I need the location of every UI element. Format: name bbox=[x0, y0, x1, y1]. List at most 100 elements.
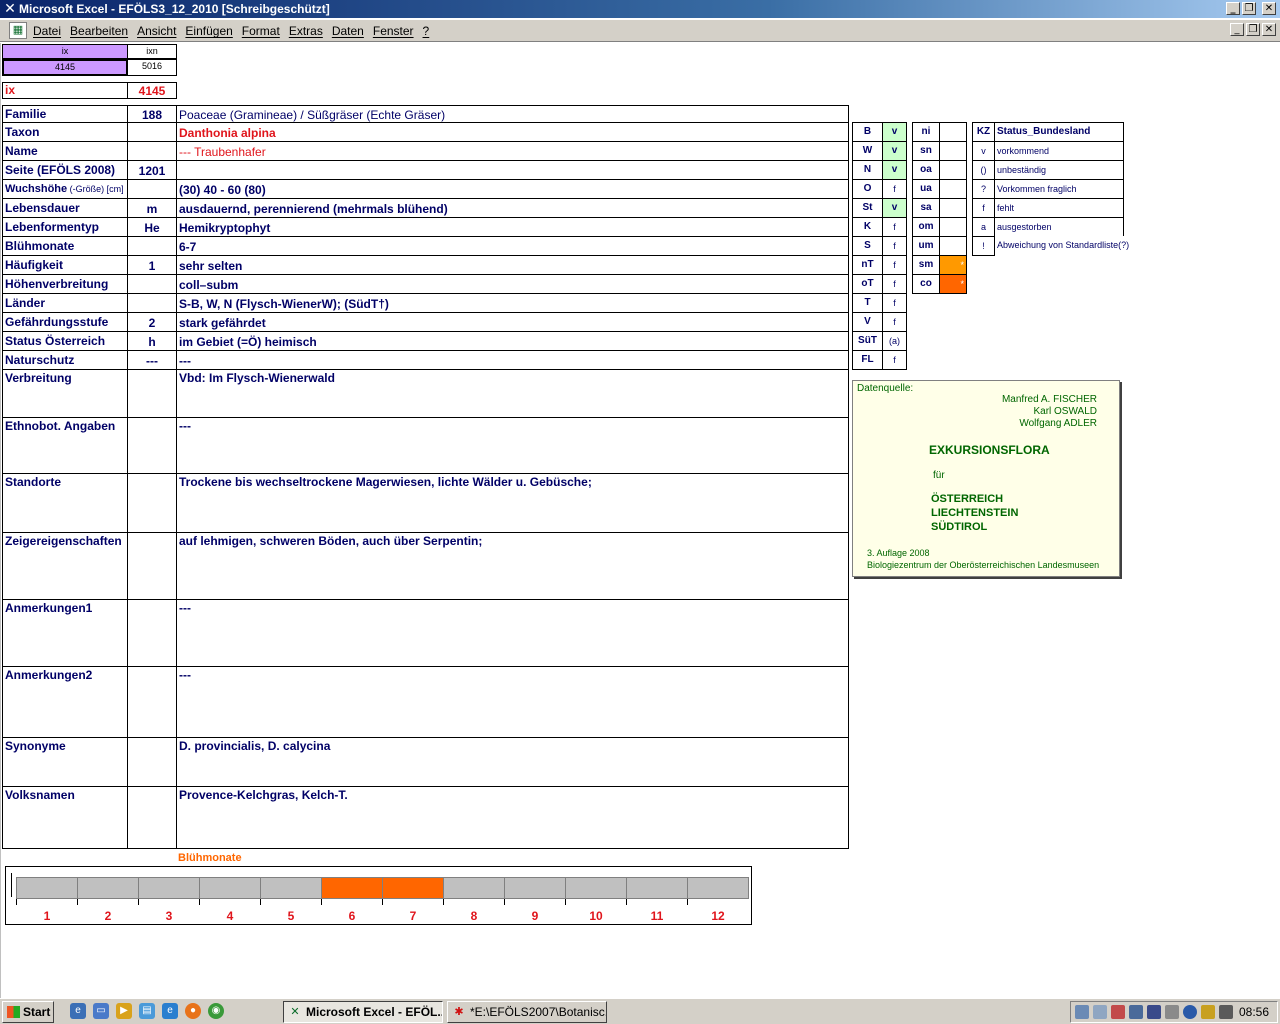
tray-shield-icon[interactable] bbox=[1147, 1005, 1161, 1019]
menu-item-6[interactable]: Daten bbox=[332, 24, 364, 38]
bundesland-status[interactable]: f bbox=[882, 255, 907, 275]
row-value-cell[interactable]: --- bbox=[176, 350, 849, 370]
bundesland-status[interactable]: f bbox=[882, 179, 907, 199]
row-code-cell[interactable]: --- bbox=[127, 350, 177, 370]
row-code-cell[interactable] bbox=[127, 532, 177, 600]
row-value-cell[interactable]: Vbd: Im Flysch-Wienerwald bbox=[176, 369, 849, 418]
bundesland-status[interactable]: (a) bbox=[882, 331, 907, 351]
bundesland-status[interactable]: v bbox=[882, 141, 907, 161]
row-value-cell[interactable]: ausdauernd, perennierend (mehrmals blühe… bbox=[176, 198, 849, 218]
row-value-cell[interactable]: im Gebiet (=Ö) heimisch bbox=[176, 331, 849, 351]
start-button[interactable]: Start bbox=[2, 1001, 54, 1023]
bundesland-status[interactable]: v bbox=[882, 122, 907, 142]
menu-item-8[interactable]: ? bbox=[423, 24, 430, 38]
row-value-cell[interactable]: --- Traubenhafer bbox=[176, 141, 849, 161]
quicklaunch-desktop-icon[interactable]: ▭ bbox=[93, 1003, 109, 1019]
row-code-cell[interactable] bbox=[127, 369, 177, 418]
row-value-cell[interactable]: --- bbox=[176, 417, 849, 474]
quicklaunch-firefox-icon[interactable]: ● bbox=[185, 1003, 201, 1019]
ixn-value-cell[interactable]: 5016 bbox=[127, 59, 177, 76]
menu-item-2[interactable]: Ansicht bbox=[137, 24, 176, 38]
doc-restore-button[interactable]: ❐ bbox=[1246, 23, 1260, 36]
workbook-icon[interactable]: ▦ bbox=[9, 22, 27, 39]
row-code-cell[interactable] bbox=[127, 737, 177, 787]
bundesland-status[interactable]: f bbox=[882, 350, 907, 370]
worksheet[interactable]: ix ixn 4145 5016 ix 4145 Bv Wv Nv Of St v Kf Sf… bbox=[0, 43, 1280, 998]
row-value-cell[interactable]: S-B, W, N (Flysch-WienerW); (SüdT†) bbox=[176, 293, 849, 313]
taskbar-item-editor[interactable]: ✱ *E:\EFÖLS2007\Botanisc... bbox=[447, 1001, 607, 1023]
row-code-cell[interactable] bbox=[127, 236, 177, 256]
hoehenstufe-status[interactable]: * bbox=[939, 255, 967, 275]
row-value-cell[interactable]: (30) 40 - 60 (80) bbox=[176, 179, 849, 199]
menu-item-4[interactable]: Format bbox=[242, 24, 280, 38]
menu-item-3[interactable]: Einfügen bbox=[185, 24, 232, 38]
hoehenstufe-status[interactable] bbox=[939, 141, 967, 161]
menu-item-5[interactable]: Extras bbox=[289, 24, 323, 38]
bundesland-status[interactable]: f bbox=[882, 312, 907, 332]
row-code-cell[interactable] bbox=[127, 786, 177, 849]
row-value-cell[interactable]: Danthonia alpina bbox=[176, 122, 849, 142]
row-code-cell[interactable] bbox=[127, 599, 177, 667]
hoehenstufe-status[interactable] bbox=[939, 179, 967, 199]
quicklaunch-browser-icon[interactable]: e bbox=[162, 1003, 178, 1019]
row-code-cell[interactable]: 1201 bbox=[127, 160, 177, 180]
tray-warning-icon[interactable] bbox=[1201, 1005, 1215, 1019]
row-code-cell[interactable]: m bbox=[127, 198, 177, 218]
quicklaunch-explorer-icon[interactable]: ▤ bbox=[139, 1003, 155, 1019]
menu-item-7[interactable]: Fenster bbox=[373, 24, 414, 38]
hoehenstufe-status[interactable] bbox=[939, 160, 967, 180]
row-code-cell[interactable] bbox=[127, 473, 177, 533]
tray-update-icon[interactable] bbox=[1165, 1005, 1179, 1019]
row-value-cell[interactable]: 6-7 bbox=[176, 236, 849, 256]
row-code-cell[interactable] bbox=[127, 666, 177, 738]
row-code-cell[interactable] bbox=[127, 417, 177, 474]
tray-info-icon[interactable] bbox=[1183, 1005, 1197, 1019]
tray-misc-icon[interactable] bbox=[1219, 1005, 1233, 1019]
row-value-cell[interactable]: --- bbox=[176, 599, 849, 667]
row-value-cell[interactable]: Hemikryptophyt bbox=[176, 217, 849, 237]
tray-volume-icon[interactable] bbox=[1129, 1005, 1143, 1019]
row-value-cell[interactable] bbox=[176, 160, 849, 180]
close-button[interactable]: ✕ bbox=[1262, 2, 1276, 15]
row-value-cell[interactable]: sehr selten bbox=[176, 255, 849, 275]
row-code-cell[interactable]: 2 bbox=[127, 312, 177, 332]
hoehenstufe-status[interactable] bbox=[939, 122, 967, 142]
bundesland-status[interactable]: f bbox=[882, 217, 907, 237]
hoehenstufe-status[interactable]: * bbox=[939, 274, 967, 294]
quicklaunch-ie-icon[interactable]: e bbox=[70, 1003, 86, 1019]
menu-item-0[interactable]: Datei bbox=[33, 24, 61, 38]
row-value-cell[interactable]: --- bbox=[176, 666, 849, 738]
row-code-cell[interactable]: 1 bbox=[127, 255, 177, 275]
row-code-cell[interactable]: h bbox=[127, 331, 177, 351]
hoehenstufe-status[interactable] bbox=[939, 236, 967, 256]
tray-security-icon[interactable] bbox=[1111, 1005, 1125, 1019]
bundesland-status[interactable]: f bbox=[882, 274, 907, 294]
row-code-cell[interactable] bbox=[127, 293, 177, 313]
quicklaunch-media-icon[interactable]: ▶ bbox=[116, 1003, 132, 1019]
bundesland-status[interactable]: f bbox=[882, 293, 907, 313]
row-value-cell[interactable]: Poaceae (Gramineae) / Süßgräser (Echte G… bbox=[176, 105, 849, 123]
ix-big-value[interactable]: 4145 bbox=[127, 82, 177, 99]
row-code-cell[interactable]: 188 bbox=[127, 105, 177, 123]
tray-search-icon[interactable] bbox=[1093, 1005, 1107, 1019]
minimize-button[interactable]: _ bbox=[1226, 2, 1240, 15]
row-value-cell[interactable]: D. provincialis, D. calycina bbox=[176, 737, 849, 787]
bundesland-status[interactable]: v bbox=[882, 160, 907, 180]
row-code-cell[interactable] bbox=[127, 274, 177, 294]
restore-button[interactable]: ❐ bbox=[1242, 2, 1256, 15]
row-code-cell[interactable]: He bbox=[127, 217, 177, 237]
doc-minimize-button[interactable]: _ bbox=[1230, 23, 1244, 36]
quicklaunch-chrome-icon[interactable]: ◉ bbox=[208, 1003, 224, 1019]
row-value-cell[interactable]: auf lehmigen, schweren Böden, auch über … bbox=[176, 532, 849, 600]
doc-close-button[interactable]: ✕ bbox=[1262, 23, 1276, 36]
hoehenstufe-status[interactable] bbox=[939, 198, 967, 218]
menu-item-1[interactable]: Bearbeiten bbox=[70, 24, 128, 38]
row-value-cell[interactable]: coll–subm bbox=[176, 274, 849, 294]
taskbar-item-excel[interactable]: ✕ Microsoft Excel - EFÖL... bbox=[283, 1001, 443, 1023]
hoehenstufe-status[interactable] bbox=[939, 217, 967, 237]
bundesland-status[interactable]: v bbox=[882, 198, 907, 218]
row-value-cell[interactable]: Trockene bis wechseltrockene Magerwiesen… bbox=[176, 473, 849, 533]
row-code-cell[interactable] bbox=[127, 122, 177, 142]
ix-value-cell[interactable]: 4145 bbox=[2, 59, 128, 76]
row-code-cell[interactable] bbox=[127, 141, 177, 161]
